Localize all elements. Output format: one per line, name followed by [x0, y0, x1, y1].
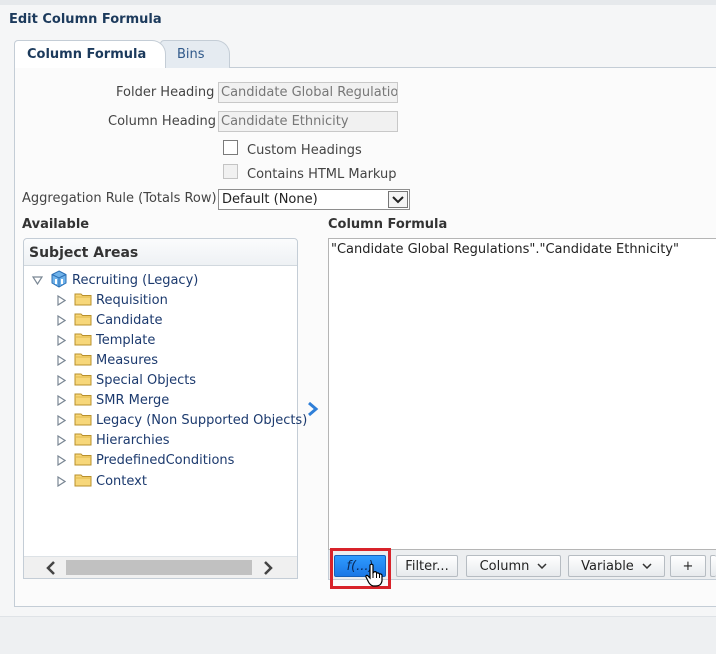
scrollbar-thumb[interactable] — [66, 560, 252, 575]
column-formula-heading: Column Formula — [328, 217, 448, 232]
plus-operator-label: + — [682, 558, 694, 574]
tree-folder-label: Hierarchies — [96, 433, 170, 448]
collapsed-triangle-icon[interactable] — [54, 355, 68, 366]
column-button[interactable]: Column — [466, 555, 561, 577]
tree-folder[interactable]: Context — [54, 472, 147, 491]
scroll-right-icon[interactable] — [256, 557, 280, 579]
folder-icon — [74, 412, 92, 430]
scroll-left-icon[interactable] — [39, 557, 63, 579]
tree-folder[interactable]: Requisition — [54, 291, 168, 310]
collapsed-triangle-icon[interactable] — [54, 455, 68, 466]
tree-folder[interactable]: Measures — [54, 351, 158, 370]
tree-folder[interactable]: Special Objects — [54, 371, 196, 390]
tree-folder-label: Template — [96, 333, 156, 348]
folder-heading-label: Folder Heading — [116, 85, 215, 100]
hand-cursor-icon — [364, 563, 384, 587]
column-formula-editor[interactable]: "Candidate Global Regulations"."Candidat… — [328, 238, 716, 550]
variable-button-label: Variable — [581, 558, 634, 574]
tree-folder-label: PredefinedConditions — [96, 453, 235, 468]
tree-folder[interactable]: PredefinedConditions — [54, 451, 234, 470]
dialog-top-edge — [0, 0, 716, 5]
tab-bins[interactable]: Bins — [160, 40, 230, 68]
tree-folder-label: Context — [96, 474, 147, 489]
folder-icon — [74, 332, 92, 350]
tree-folder[interactable]: Hierarchies — [54, 431, 170, 450]
tree-folder-label: Special Objects — [96, 373, 197, 388]
folder-heading-field: Candidate Global Regulations — [218, 82, 398, 103]
tree-folder-label: Candidate — [96, 313, 163, 328]
plus-operator-button[interactable]: + — [670, 555, 706, 577]
chevron-down-icon — [537, 563, 547, 569]
folder-icon — [74, 352, 92, 370]
subject-areas-title: Subject Areas — [24, 239, 297, 266]
tree-folder[interactable]: SMR Merge — [54, 391, 169, 410]
horizontal-scrollbar[interactable] — [24, 556, 297, 578]
edit-column-formula-dialog: Edit Column Formula Column Formula Bins … — [0, 0, 716, 654]
folder-icon — [74, 392, 92, 410]
tree-folder-label: SMR Merge — [96, 393, 170, 408]
chevron-down-icon — [642, 563, 652, 569]
tree-folder-label: Legacy (Non Supported Objects) — [96, 413, 308, 428]
dialog-footer — [0, 616, 716, 654]
aggregation-rule-label: Aggregation Rule (Totals Row) — [22, 191, 217, 206]
collapsed-triangle-icon[interactable] — [54, 315, 68, 326]
tab-bins-label: Bins — [177, 47, 205, 62]
dialog-title: Edit Column Formula — [9, 12, 162, 27]
filter-button-label: Filter... — [405, 558, 449, 574]
html-markup-label: Contains HTML Markup — [247, 167, 397, 182]
more-operators-button[interactable] — [710, 555, 716, 577]
tree-root-label: Recruiting (Legacy) — [72, 273, 199, 288]
folder-icon — [74, 312, 92, 330]
collapsed-triangle-icon[interactable] — [54, 476, 68, 487]
expanded-triangle-icon[interactable] — [30, 276, 44, 285]
subject-areas-panel: Subject Areas Recruiting (Legacy) Requis… — [23, 238, 307, 579]
html-markup-checkbox — [223, 164, 238, 179]
folder-icon — [74, 473, 92, 491]
collapsed-triangle-icon[interactable] — [54, 375, 68, 386]
column-button-label: Column — [479, 558, 530, 574]
aggregation-rule-select[interactable]: Default (None) — [218, 189, 410, 210]
folder-icon — [74, 432, 92, 450]
folder-icon — [74, 372, 92, 390]
tree-folder[interactable]: Candidate — [54, 311, 162, 330]
custom-headings-label: Custom Headings — [247, 143, 362, 158]
custom-headings-checkbox[interactable] — [223, 140, 238, 155]
collapsed-triangle-icon[interactable] — [54, 335, 68, 346]
folder-icon — [74, 292, 92, 310]
filter-button[interactable]: Filter... — [396, 555, 458, 577]
tree-folder[interactable]: Template — [54, 331, 155, 350]
column-heading-field: Candidate Ethnicity — [218, 111, 398, 132]
insert-column-arrow-icon[interactable] — [305, 400, 321, 418]
collapsed-triangle-icon[interactable] — [54, 415, 68, 426]
tab-column-formula[interactable]: Column Formula — [14, 40, 166, 68]
available-heading: Available — [22, 217, 90, 232]
tree-root-recruiting[interactable]: Recruiting (Legacy) — [30, 269, 199, 292]
collapsed-triangle-icon[interactable] — [54, 395, 68, 406]
column-heading-label: Column Heading — [108, 114, 217, 129]
variable-button[interactable]: Variable — [568, 555, 665, 577]
tab-column-formula-label: Column Formula — [27, 47, 147, 62]
tree-folder-label: Requisition — [96, 293, 168, 308]
subject-area-cube-icon — [50, 269, 68, 292]
folder-icon — [74, 452, 92, 470]
collapsed-triangle-icon[interactable] — [54, 435, 68, 446]
chevron-down-icon[interactable] — [388, 191, 408, 208]
tree-folder[interactable]: Legacy (Non Supported Objects) — [54, 411, 307, 430]
aggregation-rule-value: Default (None) — [222, 192, 318, 207]
tree-folder-label: Measures — [96, 353, 159, 368]
collapsed-triangle-icon[interactable] — [54, 295, 68, 306]
